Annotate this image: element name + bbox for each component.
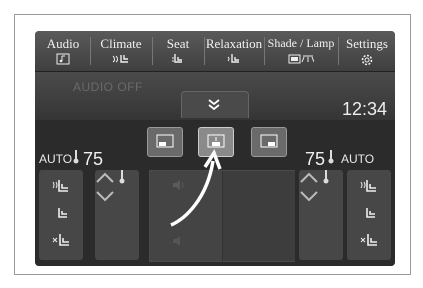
rear-right-zone[interactable] bbox=[222, 171, 295, 261]
speaker-icon bbox=[173, 236, 180, 246]
tab-relaxation[interactable]: Relaxation bbox=[205, 31, 263, 71]
temp-up-icon[interactable] bbox=[95, 172, 115, 184]
left-auto-label[interactable]: AUTO bbox=[39, 152, 72, 166]
tab-climate[interactable]: Climate bbox=[91, 31, 151, 71]
seat-heater-icon[interactable] bbox=[51, 178, 71, 196]
temp-up-icon[interactable] bbox=[299, 172, 319, 184]
tab-shade-lamp[interactable]: Shade / Lamp bbox=[265, 31, 337, 71]
tab-label: Audio bbox=[46, 36, 80, 51]
seat-heater-icon[interactable] bbox=[359, 178, 379, 196]
right-seat-controls bbox=[347, 170, 391, 260]
left-seat-controls bbox=[39, 170, 83, 260]
seat-icon bbox=[172, 54, 182, 63]
relaxation-icon bbox=[227, 54, 239, 63]
tab-label: Settings bbox=[346, 36, 388, 51]
temp-down-icon[interactable] bbox=[299, 190, 319, 202]
thermometer-icon bbox=[323, 170, 329, 184]
right-auto-label[interactable]: AUTO bbox=[341, 152, 374, 166]
swipe-arrow-icon bbox=[170, 149, 222, 227]
zone-right-icon bbox=[260, 134, 278, 148]
left-temp-stepper bbox=[95, 170, 139, 260]
tab-label: Shade / Lamp bbox=[267, 36, 335, 50]
clock: 12:34 bbox=[341, 99, 387, 119]
chevron-down-icon bbox=[208, 99, 220, 111]
thermometer-icon bbox=[328, 150, 334, 164]
tab-audio[interactable]: Audio bbox=[37, 31, 89, 71]
zone-left-icon bbox=[156, 134, 174, 148]
zone-right-button[interactable] bbox=[251, 127, 287, 157]
seat-icon[interactable] bbox=[51, 206, 71, 222]
shade-lamp-icon bbox=[288, 54, 314, 64]
tab-bar: Audio Climate Seat Relaxation Shade / La… bbox=[35, 31, 395, 72]
audio-status: AUDIO OFF bbox=[73, 80, 143, 94]
seat-icon[interactable] bbox=[359, 206, 379, 222]
right-temp-stepper bbox=[299, 170, 343, 260]
left-temperature: 75 bbox=[83, 149, 104, 169]
thermometer-icon bbox=[73, 150, 79, 164]
temp-down-icon[interactable] bbox=[95, 190, 115, 202]
seat-fan-icon[interactable] bbox=[359, 232, 379, 250]
collapse-panel-button[interactable] bbox=[181, 91, 249, 118]
zone-rear-icon bbox=[207, 134, 225, 148]
tab-seat[interactable]: Seat bbox=[153, 31, 203, 71]
right-temperature: 75 bbox=[305, 149, 326, 169]
tab-settings[interactable]: Settings bbox=[339, 31, 395, 71]
audio-icon bbox=[56, 53, 70, 65]
gear-icon bbox=[361, 54, 373, 66]
tab-label: Climate bbox=[100, 36, 142, 51]
tab-label: Relaxation bbox=[205, 36, 263, 51]
seat-fan-icon[interactable] bbox=[51, 232, 71, 250]
climate-seat-icon bbox=[112, 55, 128, 63]
tab-label: Seat bbox=[166, 36, 190, 51]
display-screen: Audio Climate Seat Relaxation Shade / La… bbox=[35, 31, 395, 266]
thermometer-icon bbox=[119, 170, 125, 184]
